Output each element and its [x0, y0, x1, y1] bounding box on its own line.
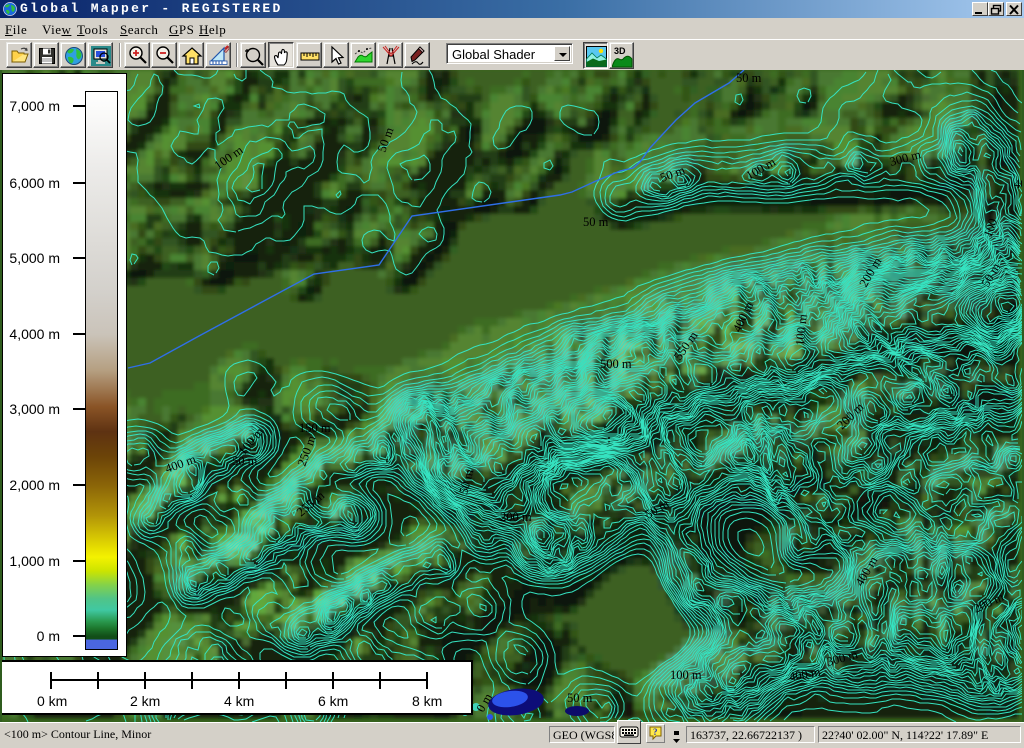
svg-text:?: ? — [653, 727, 658, 737]
svg-text:50 m: 50 m — [567, 691, 593, 705]
svg-text:100 m: 100 m — [670, 668, 702, 682]
svg-text:50 m: 50 m — [583, 215, 609, 229]
svg-text:100 m: 100 m — [793, 313, 810, 346]
svg-text:3D: 3D — [614, 46, 626, 56]
svg-text:200 m: 200 m — [500, 510, 532, 524]
svg-text:50 m: 50 m — [736, 71, 762, 85]
svg-text:500 m: 500 m — [600, 357, 632, 371]
svg-text:400: 400 — [1014, 177, 1022, 191]
svg-text:150 m: 150 m — [299, 421, 331, 435]
